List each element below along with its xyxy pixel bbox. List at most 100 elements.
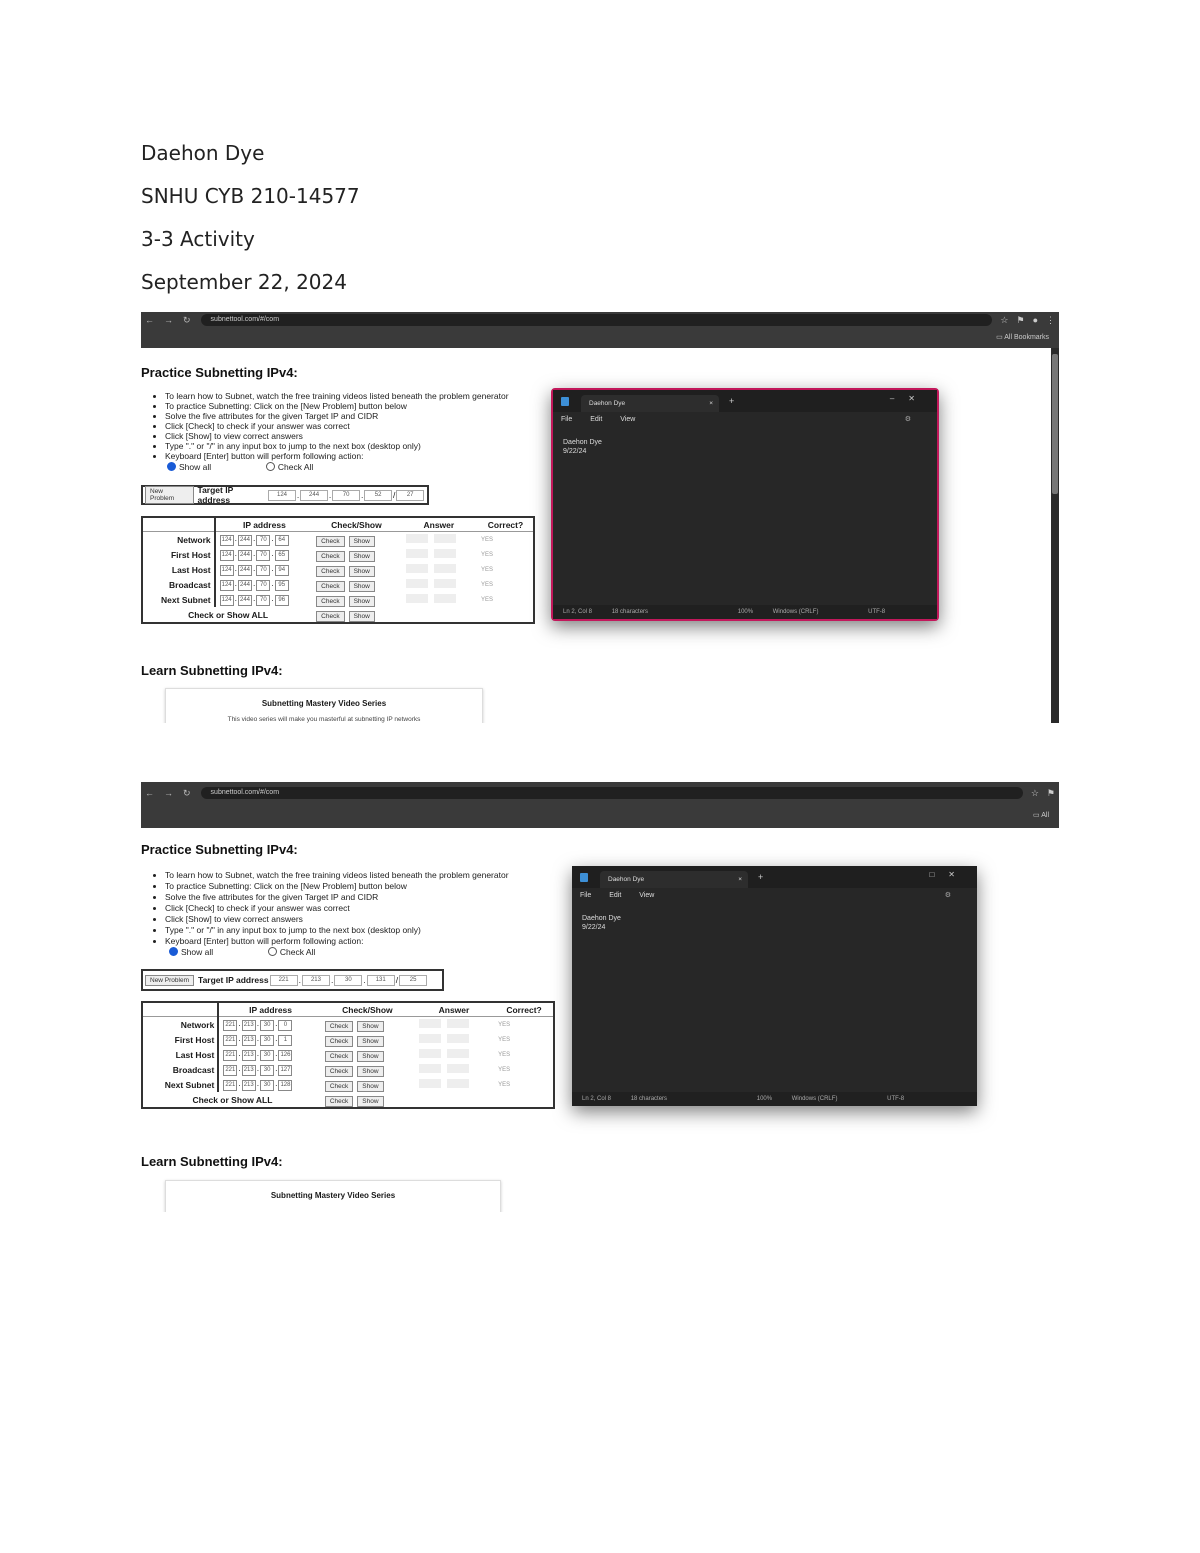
show-button[interactable]: Show	[348, 550, 375, 562]
target-octet[interactable]: 124	[268, 489, 296, 501]
check-button[interactable]: Check	[316, 595, 345, 607]
target-cidr[interactable]: 25	[399, 974, 428, 986]
ip-input[interactable]: 124	[219, 550, 234, 561]
check-button[interactable]: Check	[316, 580, 345, 592]
menu-edit[interactable]: Edit	[590, 416, 602, 423]
star-icon[interactable]: ☆	[1031, 788, 1039, 799]
ip-input[interactable]: 70	[256, 580, 271, 591]
back-icon[interactable]: ←	[145, 315, 154, 325]
target-octet[interactable]: 131	[366, 974, 395, 986]
check-button[interactable]: Check	[324, 1080, 354, 1092]
ip-input[interactable]: 70	[256, 595, 271, 606]
target-octet[interactable]: 70	[332, 489, 360, 501]
show-button[interactable]: Show	[348, 535, 375, 547]
new-tab-icon[interactable]: +	[729, 396, 734, 406]
show-button[interactable]: Show	[357, 1035, 384, 1047]
ip-input[interactable]: 96	[274, 595, 289, 606]
menu-view[interactable]: View	[620, 416, 635, 423]
ip-input[interactable]: 221	[223, 1065, 238, 1076]
check-button[interactable]: Check	[324, 1035, 354, 1047]
ip-input[interactable]: 0	[278, 1020, 293, 1031]
show-button[interactable]: Show	[348, 580, 375, 592]
ip-input[interactable]: 244	[238, 550, 252, 561]
ip-input[interactable]: 221	[223, 1035, 238, 1046]
show-button[interactable]: Show	[348, 595, 375, 607]
show-button[interactable]: Show	[348, 565, 375, 577]
target-cidr[interactable]: 27	[396, 489, 425, 501]
ip-input[interactable]: 30	[260, 1065, 275, 1076]
ip-input[interactable]: 30	[260, 1080, 275, 1091]
ip-input[interactable]: 64	[274, 535, 289, 546]
check-button[interactable]: Check	[324, 1020, 354, 1032]
radio-check-all[interactable]	[265, 462, 275, 471]
notepad-tab[interactable]: Daehon Dye ×	[600, 871, 748, 888]
ip-input[interactable]: 1	[278, 1035, 293, 1046]
ip-input[interactable]: 221	[223, 1050, 238, 1061]
show-button[interactable]: Show	[357, 1050, 384, 1062]
menu-edit[interactable]: Edit	[609, 892, 621, 899]
show-all-button[interactable]: Show	[348, 610, 375, 622]
ip-input[interactable]: 221	[223, 1080, 238, 1091]
reload-icon[interactable]: ↻	[183, 315, 191, 326]
show-button[interactable]: Show	[357, 1080, 384, 1092]
ip-input[interactable]: 124	[219, 565, 234, 576]
radio-show-all[interactable]	[169, 947, 178, 956]
video-card[interactable]: Subnetting Mastery Video Series This vid…	[165, 688, 483, 723]
all-bookmarks-link[interactable]: All Bookmarks	[1004, 334, 1049, 341]
ip-input[interactable]: 244	[238, 595, 252, 606]
menu-view[interactable]: View	[639, 892, 654, 899]
ip-input[interactable]: 221	[223, 1020, 238, 1031]
window-controls[interactable]: –✕	[890, 394, 929, 403]
show-button[interactable]: Show	[357, 1020, 384, 1032]
radio-show-all[interactable]	[167, 462, 176, 471]
ip-input[interactable]: 70	[256, 535, 271, 546]
window-controls[interactable]: □✕	[929, 870, 969, 879]
notepad-text[interactable]: Daehon Dye 9/22/24	[553, 428, 937, 466]
scrollbar-thumb[interactable]	[1052, 354, 1058, 494]
target-octet[interactable]: 244	[300, 489, 328, 501]
gear-icon[interactable]: ⚙	[945, 888, 951, 904]
new-problem-button[interactable]: New Problem	[145, 486, 194, 504]
all-bookmarks-link[interactable]: All	[1041, 812, 1049, 819]
ip-input[interactable]: 213	[241, 1035, 256, 1046]
check-all-button[interactable]: Check	[324, 1095, 354, 1107]
check-button[interactable]: Check	[316, 535, 345, 547]
ip-input[interactable]: 124	[219, 595, 234, 606]
forward-icon[interactable]: →	[164, 315, 173, 325]
ip-input[interactable]: 127	[278, 1065, 293, 1076]
notepad-tab[interactable]: Daehon Dye ×	[581, 395, 719, 412]
ip-input[interactable]: 30	[260, 1050, 275, 1061]
scrollbar[interactable]	[1051, 348, 1059, 723]
ip-input[interactable]: 244	[238, 565, 252, 576]
target-octet[interactable]: 221	[269, 974, 298, 986]
forward-icon[interactable]: →	[164, 788, 173, 798]
video-card[interactable]: Subnetting Mastery Video Series	[165, 1180, 501, 1212]
ip-input[interactable]: 30	[260, 1020, 275, 1031]
ip-input[interactable]: 124	[219, 535, 234, 546]
star-icon[interactable]: ☆	[1000, 315, 1008, 326]
ip-input[interactable]: 30	[260, 1035, 275, 1046]
new-problem-button[interactable]: New Problem	[145, 974, 195, 986]
close-tab-icon[interactable]: ×	[738, 871, 742, 888]
back-icon[interactable]: ←	[145, 788, 154, 798]
ip-input[interactable]: 213	[241, 1065, 256, 1076]
check-button[interactable]: Check	[316, 550, 345, 562]
check-button[interactable]: Check	[316, 565, 345, 577]
ip-input[interactable]: 128	[278, 1080, 293, 1091]
ip-input[interactable]: 65	[274, 550, 289, 561]
profile-icon[interactable]: ●	[1033, 315, 1038, 325]
check-button[interactable]: Check	[324, 1065, 354, 1077]
show-all-button[interactable]: Show	[357, 1095, 384, 1107]
ip-input[interactable]: 95	[274, 580, 289, 591]
check-button[interactable]: Check	[324, 1050, 354, 1062]
ip-input[interactable]: 70	[256, 565, 271, 576]
ip-input[interactable]: 126	[278, 1050, 293, 1061]
extensions-icon[interactable]: ⚑	[1016, 315, 1024, 326]
reload-icon[interactable]: ↻	[183, 788, 191, 799]
ip-input[interactable]: 70	[256, 550, 271, 561]
target-octet[interactable]: 213	[301, 974, 330, 986]
target-octet[interactable]: 52	[364, 489, 392, 501]
gear-icon[interactable]: ⚙	[905, 412, 911, 428]
ip-input[interactable]: 213	[241, 1050, 256, 1061]
extensions-icon[interactable]: ⚑	[1047, 788, 1055, 799]
